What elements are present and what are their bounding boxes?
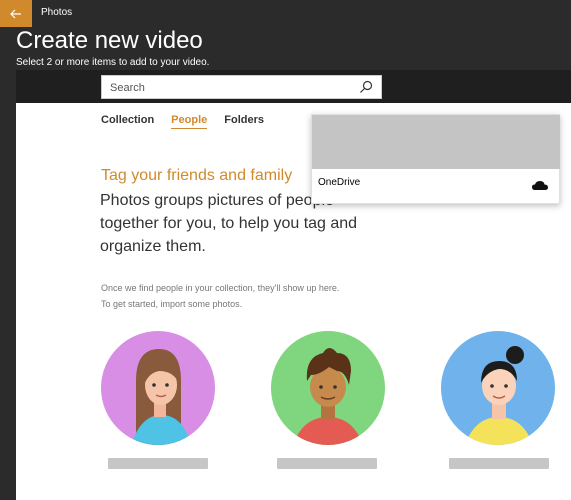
avatar-illustration-woman — [101, 331, 215, 445]
person-bun-avatar-icon — [465, 346, 533, 445]
tab-bar: Collection People Folders — [101, 114, 281, 129]
woman-avatar-icon — [131, 349, 191, 445]
avatar-illustration-person-bun — [441, 331, 555, 445]
avatar-illustration-man — [271, 331, 385, 445]
page-subtitle: Select 2 or more items to add to your vi… — [16, 57, 210, 68]
onedrive-thumbnail — [312, 115, 560, 169]
tab-folders[interactable]: Folders — [224, 114, 264, 129]
page-title: Create new video — [16, 27, 203, 54]
back-button[interactable] — [0, 0, 32, 27]
app-title: Photos — [41, 7, 73, 18]
name-placeholder-2 — [277, 458, 377, 469]
onedrive-cloud-icon — [532, 181, 548, 190]
tab-people[interactable]: People — [171, 114, 208, 129]
man-avatar-icon — [293, 348, 363, 445]
title-bar: Photos — [0, 0, 571, 27]
onedrive-label: OneDrive — [318, 177, 361, 188]
people-heading: Tag your friends and family — [101, 167, 293, 184]
name-placeholder-1 — [108, 458, 208, 469]
tab-collection[interactable]: Collection — [101, 114, 154, 129]
name-placeholder-3 — [449, 458, 549, 469]
search-icon[interactable] — [359, 80, 373, 94]
search-box[interactable] — [101, 75, 382, 99]
search-input[interactable] — [110, 80, 350, 95]
onedrive-popup[interactable]: OneDrive — [311, 114, 560, 204]
note-line-2: To get started, import some photos. — [101, 299, 243, 309]
people-note: Once we find people in your collection, … — [101, 280, 401, 312]
back-arrow-icon — [10, 9, 21, 18]
note-line-1: Once we find people in your collection, … — [101, 283, 340, 293]
